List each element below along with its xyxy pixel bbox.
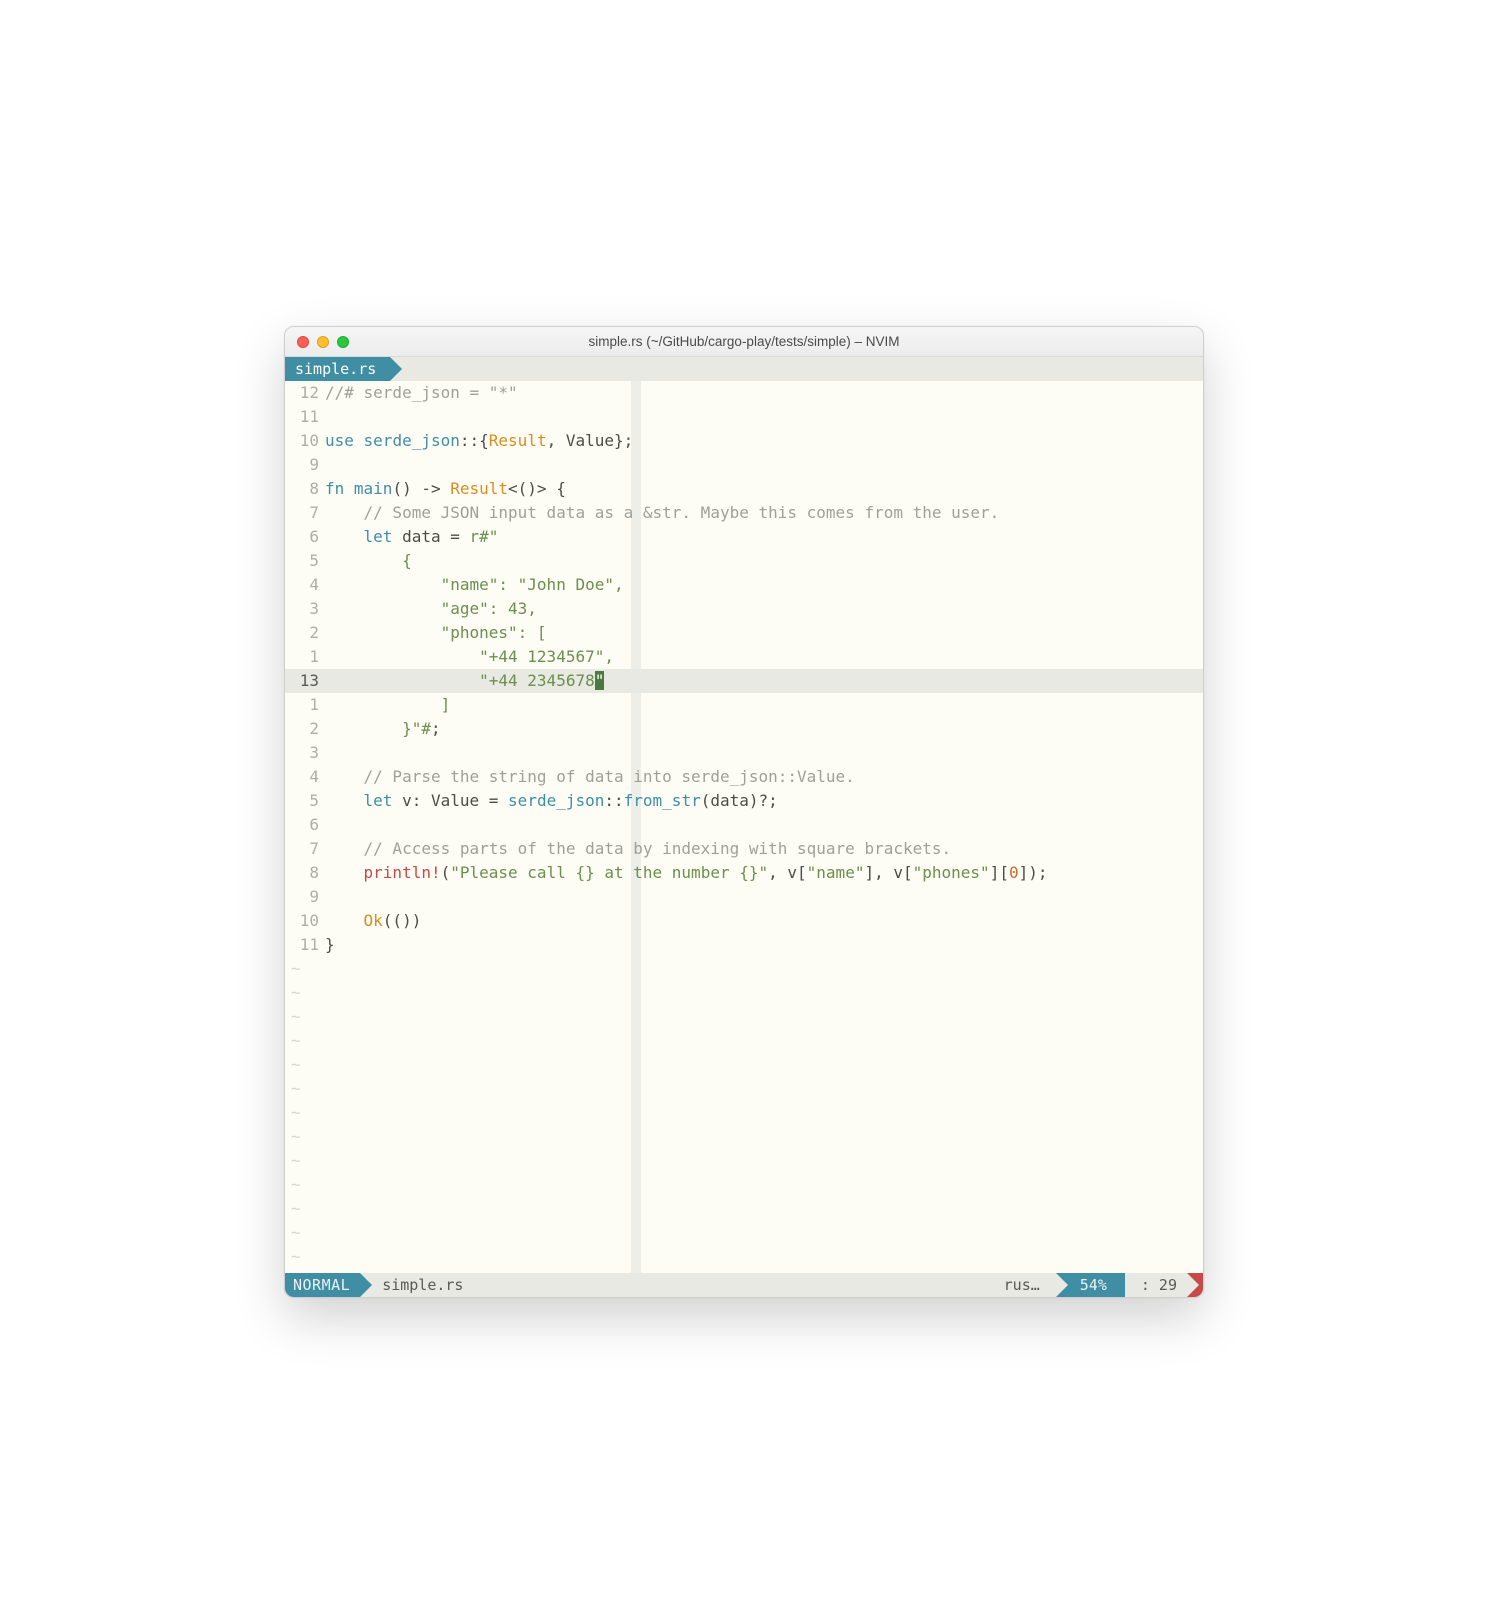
code-line: let v: Value = serde_json::from_str(data… <box>325 789 1203 813</box>
empty-line-tilde: ~ <box>285 1005 301 1029</box>
titlebar[interactable]: simple.rs (~/GitHub/cargo-play/tests/sim… <box>285 327 1203 357</box>
window-title: simple.rs (~/GitHub/cargo-play/tests/sim… <box>295 334 1193 349</box>
code-line: // Some JSON input data as a &str. Maybe… <box>325 501 1203 525</box>
line-number: 11 <box>285 405 325 429</box>
tabbar: simple.rs <box>285 357 1203 381</box>
code-line: //# serde_json = "*" <box>325 381 1203 405</box>
line-number: 12 <box>285 381 325 405</box>
code-line: // Access parts of the data by indexing … <box>325 837 1203 861</box>
line-number: 3 <box>285 597 325 621</box>
line-number: 5 <box>285 549 325 573</box>
status-end-cap <box>1187 1273 1203 1297</box>
tab-simple-rs[interactable]: simple.rs <box>285 357 390 381</box>
line-number: 2 <box>285 717 325 741</box>
cursor-line: 13 "+44 2345678" <box>285 669 1203 693</box>
empty-line-tilde: ~ <box>285 1245 301 1269</box>
code-line: let data = r#" <box>325 525 1203 549</box>
line-number: 1 <box>285 693 325 717</box>
empty-line-tilde: ~ <box>285 1149 301 1173</box>
empty-line-tilde: ~ <box>285 1029 301 1053</box>
code-line: "+44 2345678" <box>325 669 1203 693</box>
code-line: // Parse the string of data into serde_j… <box>325 765 1203 789</box>
status-position: : 29 <box>1125 1273 1187 1297</box>
empty-line-tilde: ~ <box>285 1173 301 1197</box>
code-line: }"#; <box>325 717 1203 741</box>
line-number: 4 <box>285 765 325 789</box>
line-number: 7 <box>285 837 325 861</box>
code-line: "+44 1234567", <box>325 645 1203 669</box>
line-number: 1 <box>285 645 325 669</box>
line-number: 10 <box>285 909 325 933</box>
window-controls <box>297 336 349 348</box>
statusbar: NORMAL simple.rs rus… 54% : 29 <box>285 1273 1203 1297</box>
line-number: 7 <box>285 501 325 525</box>
zoom-icon[interactable] <box>337 336 349 348</box>
status-percent: 54% <box>1056 1273 1125 1297</box>
line-number: 6 <box>285 525 325 549</box>
minimize-icon[interactable] <box>317 336 329 348</box>
line-number: 6 <box>285 813 325 837</box>
empty-line-tilde: ~ <box>285 957 301 981</box>
line-number: 9 <box>285 885 325 909</box>
empty-line-tilde: ~ <box>285 1077 301 1101</box>
line-number: 10 <box>285 429 325 453</box>
mode-indicator: NORMAL <box>285 1273 360 1297</box>
tab-label: simple.rs <box>295 360 376 378</box>
code-line: Ok(()) <box>325 909 1203 933</box>
code-line: ] <box>325 693 1203 717</box>
line-number: 3 <box>285 741 325 765</box>
line-number: 8 <box>285 477 325 501</box>
status-filetype: rus… <box>996 1273 1056 1297</box>
line-number: 13 <box>285 669 325 693</box>
code-line: "name": "John Doe", <box>325 573 1203 597</box>
status-filename: simple.rs <box>360 1273 477 1297</box>
editor-window: simple.rs (~/GitHub/cargo-play/tests/sim… <box>284 326 1204 1298</box>
code-line: "age": 43, <box>325 597 1203 621</box>
line-number: 4 <box>285 573 325 597</box>
code-line: "phones": [ <box>325 621 1203 645</box>
empty-line-tilde: ~ <box>285 1101 301 1125</box>
line-number: 5 <box>285 789 325 813</box>
code-line: { <box>325 549 1203 573</box>
line-number: 11 <box>285 933 325 957</box>
code-line: } <box>325 933 1203 957</box>
code-line: use serde_json::{Result, Value}; <box>325 429 1203 453</box>
empty-line-tilde: ~ <box>285 1053 301 1077</box>
line-number: 9 <box>285 453 325 477</box>
editor-area[interactable]: 12//# serde_json = "*" 11 10use serde_js… <box>285 381 1203 1273</box>
code-line: println!("Please call {} at the number {… <box>325 861 1203 885</box>
status-spacer <box>477 1273 995 1297</box>
line-number: 8 <box>285 861 325 885</box>
empty-line-tilde: ~ <box>285 981 301 1005</box>
empty-line-tilde: ~ <box>285 1125 301 1149</box>
close-icon[interactable] <box>297 336 309 348</box>
cursor: " <box>595 671 605 690</box>
empty-line-tilde: ~ <box>285 1221 301 1245</box>
empty-line-tilde: ~ <box>285 1197 301 1221</box>
code-line: fn main() -> Result<()> { <box>325 477 1203 501</box>
line-number: 2 <box>285 621 325 645</box>
